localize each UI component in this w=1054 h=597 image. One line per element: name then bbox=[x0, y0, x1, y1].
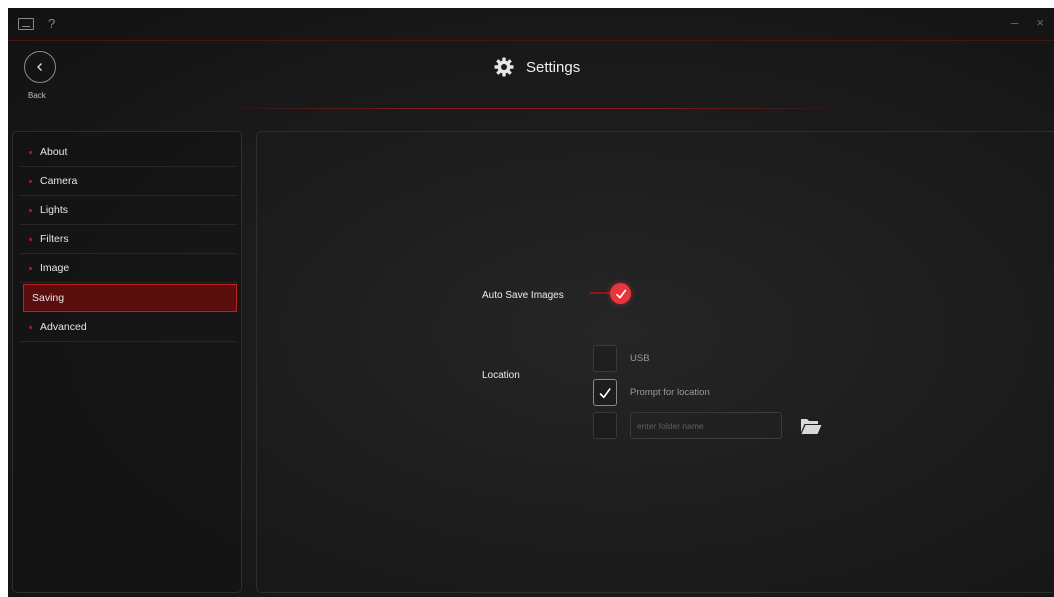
location-label: Location bbox=[482, 370, 520, 381]
checkmark-icon bbox=[599, 387, 611, 398]
header: Back Settings bbox=[8, 40, 1054, 112]
bullet-icon bbox=[29, 266, 32, 270]
close-button[interactable]: × bbox=[1036, 15, 1044, 30]
sidebar-item-camera[interactable]: Camera bbox=[19, 167, 237, 196]
sidebar-item-label: Saving bbox=[32, 292, 65, 304]
sidebar-item-saving[interactable]: Saving bbox=[23, 284, 237, 312]
back-button[interactable] bbox=[24, 51, 56, 83]
auto-save-label: Auto Save Images bbox=[482, 290, 564, 301]
settings-content-panel bbox=[256, 131, 1054, 593]
app-window: ? – × Back Settings About Camera Lights … bbox=[8, 8, 1054, 597]
custom-folder-checkbox[interactable] bbox=[593, 412, 617, 439]
sidebar-item-label: Lights bbox=[40, 204, 69, 216]
sidebar-item-label: Filters bbox=[40, 233, 69, 245]
title-bar: ? – × bbox=[8, 8, 1054, 41]
sidebar-item-label: Image bbox=[40, 262, 70, 274]
checkmark-icon bbox=[615, 289, 626, 298]
prompt-location-label: Prompt for location bbox=[630, 387, 710, 398]
page-title-group: Settings bbox=[494, 57, 580, 77]
bullet-icon bbox=[29, 150, 32, 154]
prompt-location-checkbox[interactable] bbox=[593, 379, 617, 406]
bullet-icon bbox=[29, 237, 32, 241]
back-label: Back bbox=[28, 91, 46, 100]
sidebar-item-about[interactable]: About bbox=[19, 138, 237, 167]
help-icon[interactable]: ? bbox=[48, 16, 55, 31]
sidebar-item-filters[interactable]: Filters bbox=[19, 225, 237, 254]
header-divider bbox=[208, 108, 858, 109]
bullet-icon bbox=[29, 179, 32, 183]
minimize-button[interactable]: – bbox=[1011, 15, 1018, 30]
sidebar-item-lights[interactable]: Lights bbox=[19, 196, 237, 225]
title-bar-left: ? bbox=[18, 16, 55, 31]
bullet-icon bbox=[29, 325, 32, 329]
sidebar-item-label: About bbox=[40, 146, 68, 158]
sidebar-item-advanced[interactable]: Advanced bbox=[19, 313, 237, 342]
settings-sidebar: About Camera Lights Filters Image Saving… bbox=[12, 131, 242, 593]
sidebar-item-label: Camera bbox=[40, 175, 78, 187]
keyboard-icon[interactable] bbox=[18, 17, 34, 30]
gear-icon bbox=[494, 57, 514, 77]
back-arrow-icon bbox=[37, 63, 42, 71]
window-controls: – × bbox=[1011, 15, 1044, 30]
sidebar-item-label: Advanced bbox=[40, 321, 87, 333]
usb-checkbox[interactable] bbox=[593, 345, 617, 372]
usb-option-label: USB bbox=[630, 353, 650, 364]
bullet-icon bbox=[29, 208, 32, 212]
folder-name-input[interactable] bbox=[630, 412, 782, 439]
folder-open-icon[interactable] bbox=[800, 417, 822, 435]
auto-save-toggle[interactable] bbox=[610, 283, 631, 304]
sidebar-item-image[interactable]: Image bbox=[19, 254, 237, 283]
page-title: Settings bbox=[526, 58, 581, 76]
